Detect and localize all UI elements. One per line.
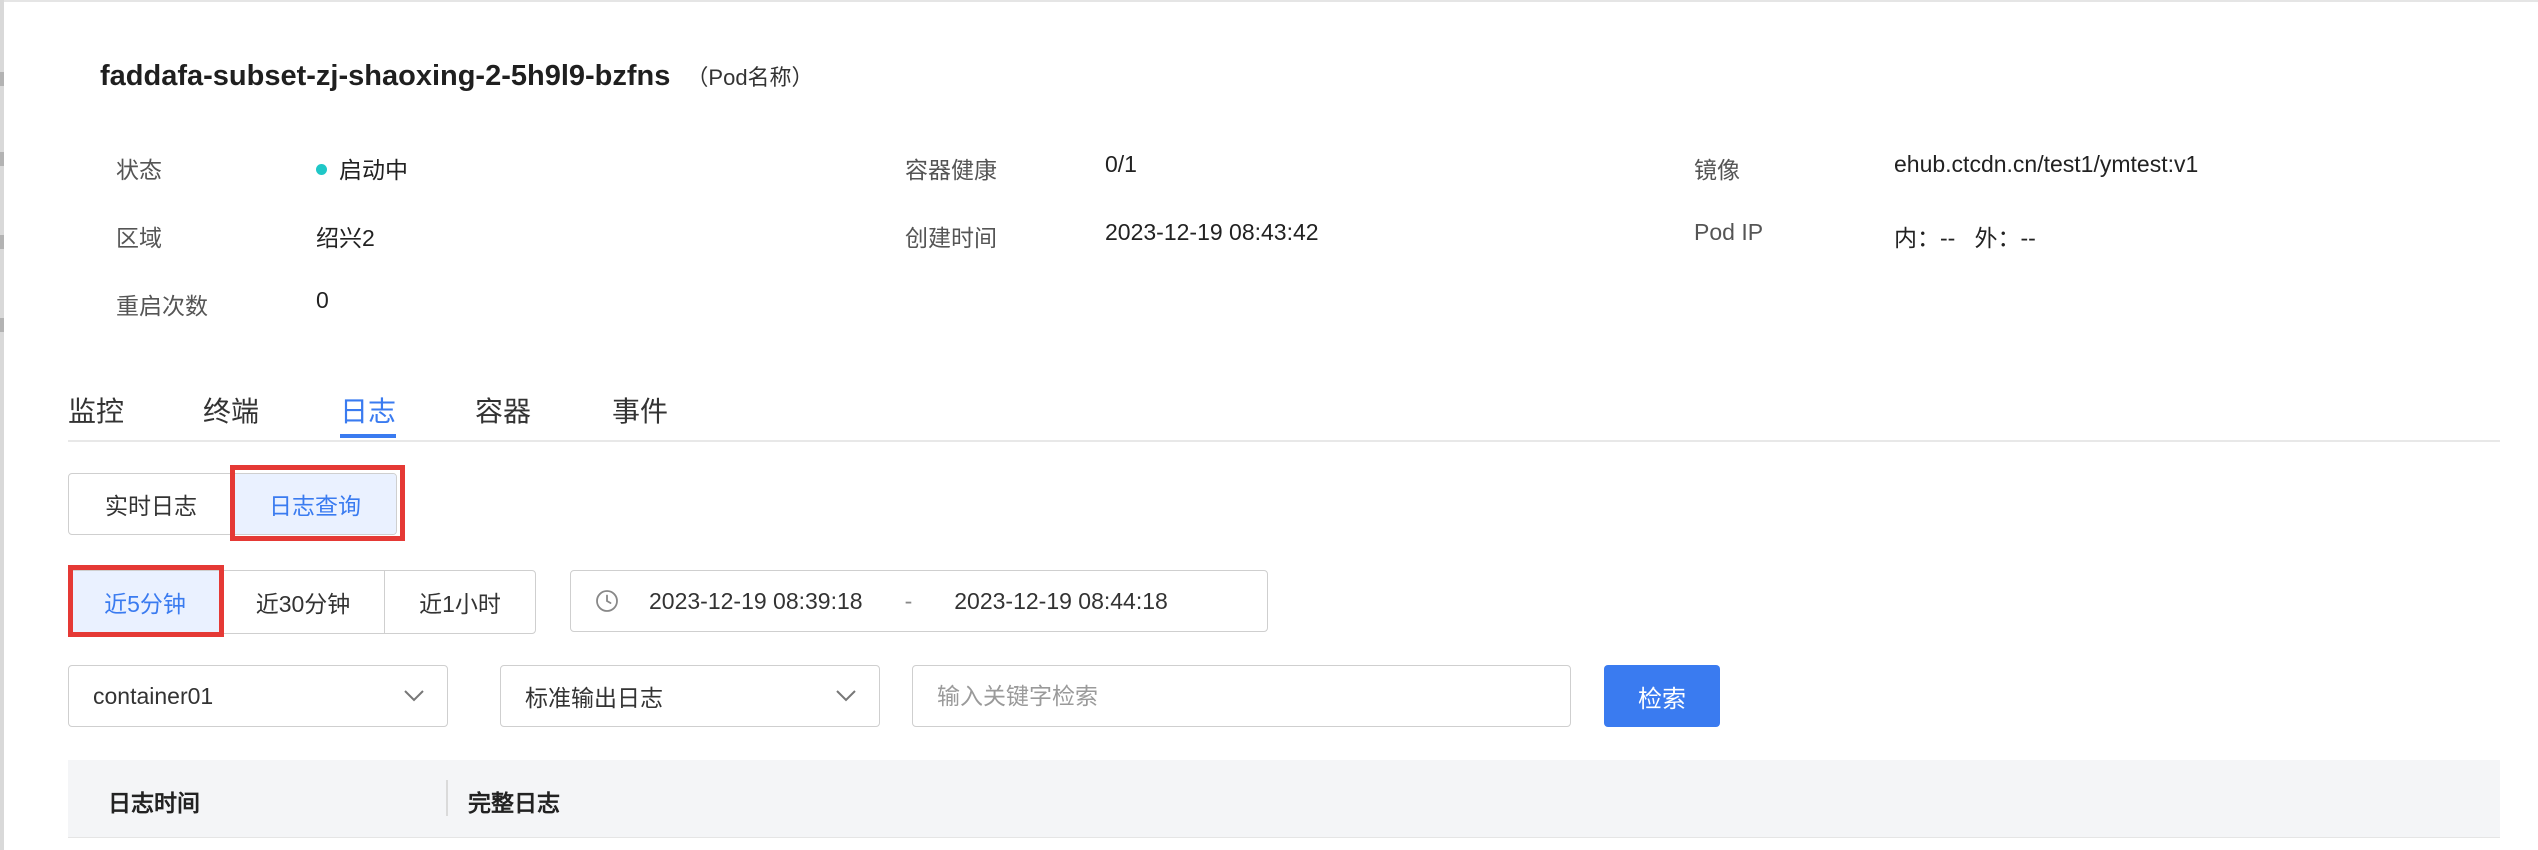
region-label: 区域 <box>116 225 162 251</box>
health-value: 0/1 <box>1105 151 1137 177</box>
column-full-log: 完整日志 <box>468 790 560 816</box>
pod-name-suffix: （Pod名称） <box>686 65 814 90</box>
column-divider <box>446 780 448 816</box>
created-label: 创建时间 <box>905 225 997 251</box>
restart-value: 0 <box>316 287 329 313</box>
image-value: ehub.ctcdn.cn/test1/ymtest:v1 <box>1894 151 2199 177</box>
status-text: 启动中 <box>339 157 408 183</box>
chevron-down-icon <box>404 690 424 702</box>
status-value: 启动中 <box>316 151 408 185</box>
chevron-down-icon <box>836 690 856 702</box>
keyword-search-input[interactable] <box>912 665 1571 727</box>
pod-title: faddafa-subset-zj-shaoxing-2-5h9l9-bzfns… <box>100 60 814 93</box>
quick-time-range: 近5分钟 近30分钟 近1小时 <box>68 570 536 634</box>
background-glyph <box>0 235 4 249</box>
top-border <box>0 0 2538 2</box>
tab-monitor[interactable]: 监控 <box>68 390 124 430</box>
search-button[interactable]: 检索 <box>1604 665 1720 727</box>
detail-tabs: 监控 终端 日志 容器 事件 <box>68 380 2500 442</box>
range-end[interactable]: 2023-12-19 08:44:18 <box>954 588 1168 615</box>
quick-range-5min[interactable]: 近5分钟 <box>69 571 222 633</box>
tab-events[interactable]: 事件 <box>612 390 668 430</box>
background-page-edge <box>0 0 4 850</box>
log-type-select[interactable]: 标准输出日志 <box>500 665 880 727</box>
active-tab-indicator <box>340 434 396 438</box>
container-select[interactable]: container01 <box>68 665 448 727</box>
realtime-log-button[interactable]: 实时日志 <box>69 474 234 534</box>
range-separator: - <box>904 587 913 614</box>
quick-range-30min[interactable]: 近30分钟 <box>222 571 385 633</box>
region-value: 绍兴2 <box>316 225 375 251</box>
background-glyph <box>0 152 4 166</box>
created-value: 2023-12-19 08:43:42 <box>1105 219 1319 245</box>
tab-containers[interactable]: 容器 <box>475 390 531 430</box>
health-label: 容器健康 <box>905 157 997 183</box>
tab-terminal[interactable]: 终端 <box>203 390 259 430</box>
tab-logs[interactable]: 日志 <box>340 390 396 430</box>
pod-ip-label: Pod IP <box>1694 219 1764 245</box>
column-log-time: 日志时间 <box>108 790 200 816</box>
background-glyph <box>0 72 4 86</box>
log-type-select-value: 标准输出日志 <box>525 685 663 711</box>
log-mode-switch: 实时日志 日志查询 <box>68 473 397 535</box>
restart-label: 重启次数 <box>116 293 208 319</box>
log-table-header: 日志时间 完整日志 <box>68 760 2500 838</box>
log-query-button[interactable]: 日志查询 <box>234 474 396 534</box>
status-dot-icon <box>316 164 327 176</box>
container-select-value: container01 <box>93 682 214 709</box>
clock-icon <box>596 590 618 612</box>
range-start[interactable]: 2023-12-19 08:39:18 <box>649 588 863 615</box>
status-label: 状态 <box>116 157 162 183</box>
time-range-picker[interactable]: 2023-12-19 08:39:18 - 2023-12-19 08:44:1… <box>570 570 1268 632</box>
background-glyph <box>0 318 4 332</box>
quick-range-1hour[interactable]: 近1小时 <box>385 571 535 633</box>
pod-name: faddafa-subset-zj-shaoxing-2-5h9l9-bzfns <box>100 60 671 92</box>
pod-ip-value: 内：-- 外：-- <box>1894 225 2036 251</box>
image-label: 镜像 <box>1694 157 1740 183</box>
